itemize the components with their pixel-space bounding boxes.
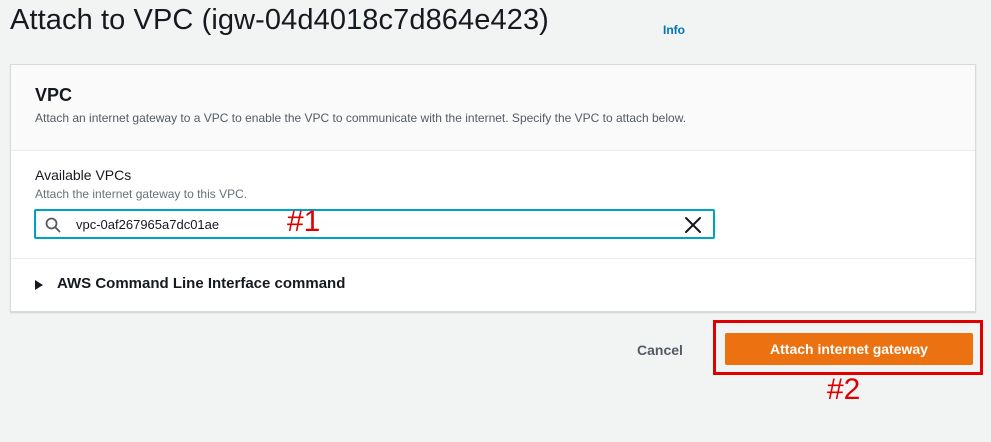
vpc-search-box[interactable]: [34, 209, 715, 239]
annotation-marker-2: #2: [827, 373, 861, 406]
cli-command-label: AWS Command Line Interface command: [57, 275, 346, 292]
section-divider: [11, 258, 975, 259]
available-vpcs-label: Available VPCs: [35, 167, 132, 183]
annotation-marker-1: #1: [287, 205, 321, 238]
cancel-button[interactable]: Cancel: [616, 336, 704, 364]
page-title: Attach to VPC (igw-04d4018c7d864e423): [10, 4, 549, 36]
caret-right-icon: [35, 280, 43, 290]
attach-internet-gateway-button[interactable]: Attach internet gateway: [725, 333, 973, 365]
panel-title: VPC: [35, 85, 73, 105]
available-vpcs-description: Attach the internet gateway to this VPC.: [35, 187, 248, 201]
panel-description: Attach an internet gateway to a VPC to e…: [35, 111, 687, 125]
close-icon[interactable]: [684, 216, 702, 234]
search-icon: [45, 217, 61, 233]
panel-header: VPC Attach an internet gateway to a VPC …: [11, 65, 975, 151]
vpc-search-input[interactable]: [76, 214, 276, 234]
vpc-panel: VPC Attach an internet gateway to a VPC …: [10, 64, 976, 312]
info-link[interactable]: Info: [663, 23, 685, 37]
